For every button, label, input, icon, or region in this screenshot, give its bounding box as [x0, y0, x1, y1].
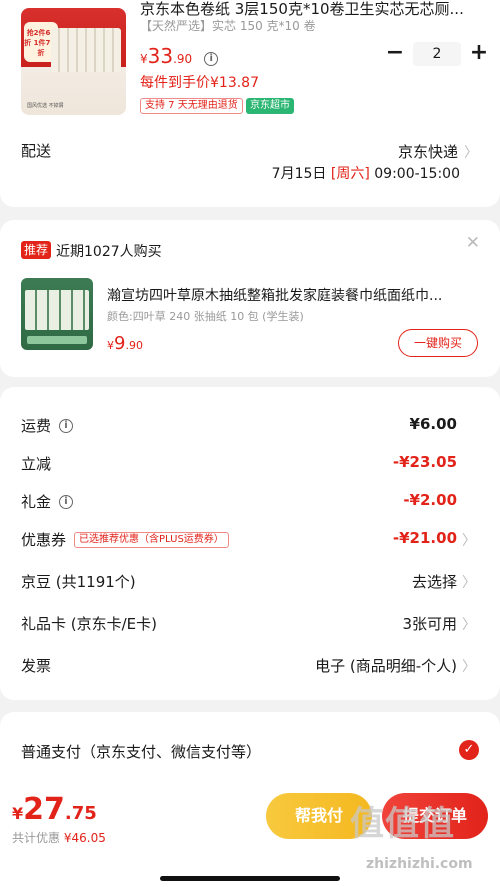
fee-value: -¥2.00 [403, 491, 457, 509]
fee-value: -¥21.00 [392, 529, 457, 547]
price-currency: ¥ [140, 52, 148, 66]
chevron-right-icon: 〉 [462, 575, 476, 591]
discount-label: 共计优惠 [12, 831, 61, 845]
price-decimal: .90 [173, 52, 193, 66]
product-image[interactable]: 抢2件68折 1件7.5折 国风优选 不掉屑 [21, 8, 126, 115]
fee-label: 立减 [21, 455, 52, 473]
fee-label: 京豆 (共1191个) [21, 573, 136, 591]
fee-value: ¥6.00 [409, 415, 457, 433]
quantity-stepper: − 2 + [385, 42, 489, 66]
fee-label: 礼品卡 (京东卡/E卡) [21, 615, 158, 633]
fee-row-invoice[interactable]: 发票 电子 (商品明细-个人) 〉 [0, 644, 500, 684]
recommend-badge: 推荐 [21, 241, 52, 259]
recommend-product-spec: 颜色:四叶草 240 张抽纸 10 包 (学生装) [107, 310, 304, 323]
fee-row-shipping: 运费 i ¥6.00 [0, 404, 500, 444]
product-photo [51, 28, 121, 72]
fee-row-gift-cash: 礼金 i -¥2.00 [0, 480, 500, 520]
order-total: ¥ 27 .75 [12, 792, 97, 827]
info-icon[interactable]: i [59, 418, 74, 433]
fee-row-instant-discount: 立减 -¥23.05 [0, 442, 500, 482]
delivery-window: 09:00-15:00 [374, 166, 460, 182]
recommend-product-name[interactable]: 瀚宣坊四叶草原木抽纸整箱批发家庭装餐巾纸面纸巾... [107, 285, 482, 305]
delivery-method[interactable]: 京东快递〉 [398, 141, 478, 162]
product-spec: 【天然严选】实芯 150 克*10 卷 [140, 19, 316, 33]
fee-value: 去选择 [411, 573, 457, 591]
price-decimal: .90 [125, 339, 143, 352]
payment-method-label[interactable]: 普通支付（京东支付、微信支付等） [21, 741, 261, 762]
fee-label: 礼金 [21, 493, 52, 511]
one-click-buy-button[interactable]: 一键购买 [398, 329, 478, 357]
fee-label: 发票 [21, 657, 52, 675]
info-icon[interactable]: i [204, 52, 219, 66]
increase-button[interactable]: + [469, 42, 489, 66]
tissue-boxes-photo [25, 290, 89, 330]
per-unit-price: 每件到手价¥13.87 [140, 75, 259, 91]
close-icon[interactable]: ✕ [466, 233, 480, 253]
price-integer: 9 [114, 333, 126, 354]
fee-value: -¥23.05 [392, 453, 457, 471]
total-discount: 共计优惠 ¥46.05 [12, 829, 106, 846]
coupon-tag: 已选推荐优惠（含PLUS运费券） [74, 531, 229, 548]
total-decimal: .75 [64, 803, 97, 824]
delivery-date: 7月15日 [271, 166, 327, 182]
price-integer: 33 [147, 44, 174, 68]
fee-label: 运费 [21, 417, 52, 435]
chevron-right-icon: 〉 [464, 145, 478, 161]
recommend-price: ¥ 9 .90 [107, 333, 143, 354]
image-footer: 国风优选 不掉屑 [27, 103, 64, 109]
fee-row-jd-beans[interactable]: 京豆 (共1191个) 去选择 〉 [0, 560, 500, 600]
watermark-url: zhizhizhi.com [366, 856, 473, 872]
chevron-right-icon: 〉 [462, 533, 476, 549]
price-currency: ¥ [107, 339, 114, 352]
fee-value: 3张可用 [402, 615, 457, 633]
total-currency: ¥ [12, 804, 24, 823]
decrease-button[interactable]: − [385, 42, 405, 66]
fee-row-coupon[interactable]: 优惠券 已选推荐优惠（含PLUS运费券） -¥21.00 〉 [0, 518, 500, 558]
delivery-weekday: [周六] [330, 166, 370, 182]
fee-row-gift-card[interactable]: 礼品卡 (京东卡/E卡) 3张可用 〉 [0, 602, 500, 642]
watermark-logo: 值值值 [350, 804, 455, 844]
discount-amount: ¥46.05 [63, 831, 106, 845]
info-icon[interactable]: i [59, 494, 74, 509]
recommend-product-image[interactable] [21, 278, 93, 350]
recommend-title: 近期1027人购买 [56, 244, 162, 260]
image-label [27, 336, 87, 344]
return-policy-tag: 支持 7 天无理由退货 [140, 98, 243, 114]
recommendation-card: 推荐 近期1027人购买 ✕ 瀚宣坊四叶草原木抽纸整箱批发家庭装餐巾纸面纸巾..… [0, 220, 500, 377]
quantity-input[interactable]: 2 [413, 42, 461, 66]
fees-card: 运费 i ¥6.00 立减 -¥23.05 礼金 i -¥2.00 优惠券 已选推荐优… [0, 387, 500, 700]
fee-value: 电子 (商品明细-个人) [315, 657, 457, 675]
product-price: ¥ 33 .90 i [140, 44, 219, 68]
delivery-method-text: 京东快递 [397, 143, 458, 161]
product-card: 抢2件68折 1件7.5折 国风优选 不掉屑 京东本色卷纸 3层150克*10卷… [0, 0, 500, 207]
delivery-time[interactable]: 7月15日 [周六] 09:00-15:00 [272, 163, 460, 183]
chevron-right-icon: 〉 [462, 617, 476, 633]
chevron-right-icon: 〉 [462, 659, 476, 675]
home-indicator [160, 876, 340, 881]
delivery-label: 配送 [21, 142, 52, 160]
jd-market-tag: 京东超市 [246, 98, 294, 114]
check-icon[interactable]: ✓ [459, 740, 479, 760]
total-integer: 27 [23, 792, 65, 827]
fee-label: 优惠券 [21, 531, 67, 549]
